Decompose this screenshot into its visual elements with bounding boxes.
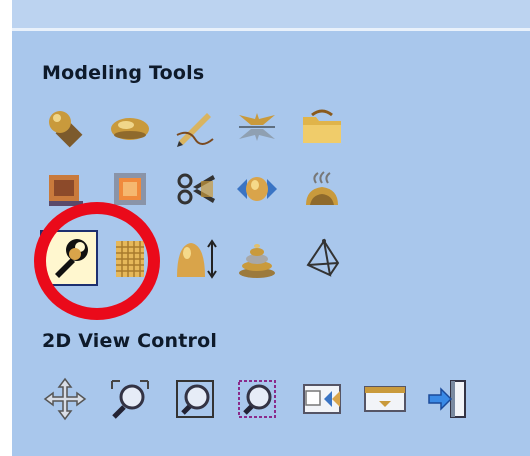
texture-grid-icon	[116, 241, 144, 277]
dome-height-tool[interactable]	[172, 236, 218, 282]
tetrahedron-icon	[306, 238, 340, 277]
smoothing-tool[interactable]	[299, 166, 345, 212]
zoom-extents-icon	[176, 380, 214, 418]
layered-dome-icon	[239, 244, 275, 278]
ellipsoid-icon	[111, 118, 149, 140]
view-control-title: 2D View Control	[42, 330, 218, 352]
wrench-icon	[55, 239, 88, 278]
flat-block-icon	[49, 175, 83, 206]
split-view-icon	[303, 384, 341, 414]
texture-grid-tool[interactable]	[107, 236, 153, 282]
tools-panel: Modeling Tools 2D View Control	[12, 0, 530, 456]
zoom-selection-icon	[238, 380, 276, 418]
zoom-extents-tool[interactable]	[172, 376, 218, 422]
scissors-tool[interactable]	[172, 166, 218, 212]
folder-shape-tool[interactable]	[299, 104, 345, 150]
square-frame-icon	[114, 173, 146, 205]
split-view-tool[interactable]	[299, 376, 345, 422]
square-frame-tool[interactable]	[107, 166, 153, 212]
wrench-tool[interactable]	[40, 230, 98, 286]
flat-block-tool[interactable]	[42, 166, 88, 212]
dome-height-icon	[177, 239, 217, 279]
pan-arrows-icon	[43, 377, 87, 421]
sphere-on-cube-tool[interactable]	[42, 104, 88, 150]
pan-tool[interactable]	[42, 376, 88, 422]
ellipsoid-tool[interactable]	[107, 104, 153, 150]
sphere-on-cube-icon	[49, 111, 83, 148]
zoom-box-tool[interactable]	[107, 376, 153, 422]
scissors-icon	[177, 173, 215, 205]
panel-top-strip	[12, 0, 530, 31]
mirror-shape-icon	[239, 113, 275, 141]
blend-shape-icon	[237, 177, 277, 201]
pen-sketch-icon	[176, 113, 214, 147]
blend-shape-tool[interactable]	[234, 166, 280, 212]
zoom-selection-tool[interactable]	[234, 376, 280, 422]
zoom-box-icon	[111, 380, 149, 419]
exit-view-tool[interactable]	[424, 376, 470, 422]
mirror-shape-tool[interactable]	[234, 104, 280, 150]
tetrahedron-tool[interactable]	[299, 236, 345, 282]
pen-sketch-tool[interactable]	[172, 104, 218, 150]
modeling-tools-title: Modeling Tools	[42, 62, 205, 84]
smoothing-icon	[306, 171, 338, 205]
exit-view-icon	[428, 380, 466, 418]
center-view-tool[interactable]	[362, 376, 408, 422]
folder-shape-icon	[303, 109, 341, 143]
center-view-icon	[364, 386, 406, 412]
layered-dome-tool[interactable]	[234, 236, 280, 282]
